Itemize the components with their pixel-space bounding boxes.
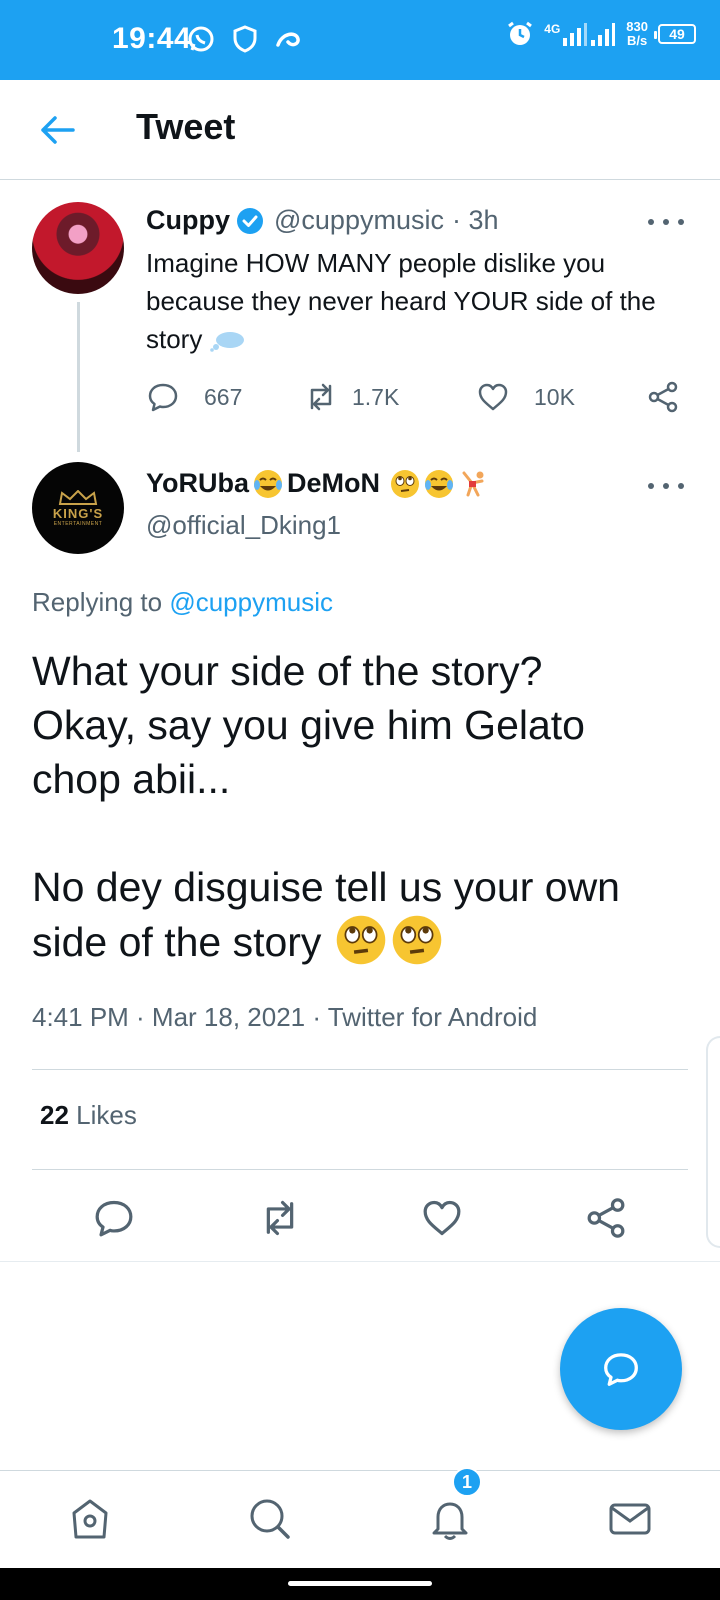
avatar-text-top: KING'S <box>52 505 104 521</box>
parent-more-button[interactable] <box>648 212 684 232</box>
bottom-navigation: 1 <box>0 1467 720 1568</box>
reply-count: 667 <box>204 383 243 410</box>
verified-badge-icon <box>237 207 263 234</box>
system-navigation-bar <box>0 1568 720 1600</box>
joy-emoji-icon-2 <box>425 469 454 498</box>
joy-emoji-icon <box>254 469 283 498</box>
crown-icon <box>58 489 98 505</box>
whatsapp-icon <box>188 26 214 52</box>
retweet-icon[interactable] <box>258 1196 302 1240</box>
net-speed-value: 830 <box>626 19 648 34</box>
main-tweet-text: What your side of the story? Okay, say y… <box>32 644 692 969</box>
retweet-icon <box>310 383 332 411</box>
divider <box>32 1069 688 1070</box>
network-indicator: 4G <box>544 22 616 46</box>
parent-tweet-actions: 667 1.7K 10K <box>146 380 686 420</box>
notifications-badge: 1 <box>452 1467 482 1497</box>
network-type: 4G <box>544 22 561 36</box>
dot-icon <box>648 483 654 489</box>
shield-icon <box>233 25 257 53</box>
status-bar: 19:44 4G 830 B/s 49 <box>0 0 720 80</box>
compose-reply-button[interactable] <box>560 1308 682 1430</box>
like-count: 10K <box>534 383 575 410</box>
reply-icon <box>604 1353 638 1386</box>
net-speed-unit: B/s <box>627 33 648 48</box>
main-tweet-header: YoRUba DeMoN <box>146 468 488 499</box>
status-time: 19:44 <box>112 22 192 55</box>
eye-roll-emoji-icon <box>391 469 420 498</box>
top-header: Tweet <box>0 80 720 180</box>
alarm-icon <box>508 21 533 45</box>
retweet-action[interactable]: 1.7K <box>304 380 399 414</box>
battery-indicator: 49 <box>654 24 696 44</box>
main-handle[interactable]: @official_Dking1 <box>146 510 341 541</box>
avatar-text-bottom: ENTERTAINMENT <box>53 520 103 527</box>
reply-icon <box>148 383 178 412</box>
share-icon <box>648 381 678 413</box>
dot-icon <box>663 219 669 225</box>
search-icon[interactable] <box>246 1495 294 1543</box>
parent-time: · 3h <box>451 205 499 235</box>
page-title: Tweet <box>136 106 236 147</box>
likes-label: Likes <box>76 1100 137 1130</box>
bell-icon[interactable] <box>426 1495 474 1543</box>
main-display-name-part2[interactable]: DeMoN <box>287 468 380 499</box>
cartwheel-emoji-icon <box>462 471 484 496</box>
divider <box>32 1169 688 1170</box>
status-left-icons <box>186 24 302 54</box>
main-more-button[interactable] <box>648 476 684 496</box>
dot-icon <box>678 483 684 489</box>
share-action[interactable] <box>646 380 680 414</box>
retweet-count: 1.7K <box>352 383 400 410</box>
status-right-icons: 4G 830 B/s 49 <box>506 20 696 48</box>
reply-action[interactable]: 667 <box>146 380 242 414</box>
tweet-timestamp[interactable]: 4:41 PM · Mar 18, 2021 · Twitter for And… <box>32 1002 537 1033</box>
home-gesture-pill[interactable] <box>288 1581 432 1586</box>
heart-icon[interactable] <box>420 1196 464 1240</box>
likes-summary[interactable]: 22 Likes <box>40 1100 137 1131</box>
signal-icon-2 <box>591 23 616 46</box>
dot-icon <box>678 219 684 225</box>
home-icon[interactable] <box>66 1495 114 1543</box>
signal-icon <box>563 23 588 46</box>
net-speed: 830 B/s <box>626 20 648 48</box>
swirl-icon <box>276 32 300 47</box>
replying-to: Replying to @cuppymusic <box>32 587 333 618</box>
eye-roll-emoji-icon <box>337 915 386 965</box>
eye-roll-emoji-icon-2 <box>393 915 442 965</box>
edge-panel-handle[interactable] <box>706 1036 720 1248</box>
mail-icon[interactable] <box>606 1495 654 1543</box>
thread-line <box>77 302 80 452</box>
back-button[interactable] <box>36 108 80 152</box>
main-display-name-part1[interactable]: YoRUba <box>146 468 249 499</box>
parent-display-name[interactable]: Cuppy <box>146 205 230 236</box>
dot-icon <box>648 219 654 225</box>
replying-prefix: Replying to <box>32 587 163 617</box>
heart-icon <box>478 383 508 411</box>
main-tweet-body: What your side of the story? Okay, say y… <box>32 648 620 965</box>
divider <box>0 1261 720 1262</box>
share-icon[interactable] <box>584 1196 628 1240</box>
dot-icon <box>663 483 669 489</box>
like-action[interactable]: 10K <box>476 380 575 414</box>
reply-icon[interactable] <box>92 1196 136 1240</box>
parent-tweet-text: Imagine HOW MANY people dislike you beca… <box>146 244 686 358</box>
avatar-cuppy[interactable] <box>32 202 124 294</box>
thought-balloon-emoji-icon <box>209 332 244 352</box>
main-tweet-actions <box>0 1196 720 1240</box>
parent-tweet-header: Cuppy @cuppymusic · 3h <box>146 205 499 236</box>
avatar-official-dking1[interactable]: KING'S ENTERTAINMENT <box>32 462 124 554</box>
likes-count: 22 <box>40 1100 69 1130</box>
parent-handle[interactable]: @cuppymusic <box>274 205 444 236</box>
replying-handle-link[interactable]: @cuppymusic <box>169 587 333 617</box>
arrow-left-icon <box>41 116 75 144</box>
